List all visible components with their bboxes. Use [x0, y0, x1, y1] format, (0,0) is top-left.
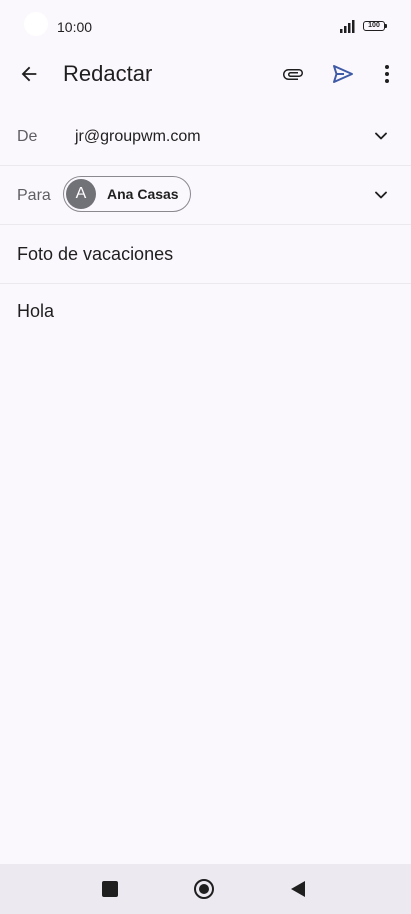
- recipient-chip[interactable]: A Ana Casas: [63, 176, 191, 212]
- send-icon: [333, 65, 353, 83]
- to-row[interactable]: Para A Ana Casas: [0, 166, 411, 225]
- camera-cutout: [24, 12, 48, 36]
- recents-button[interactable]: [102, 881, 118, 897]
- home-button[interactable]: [194, 879, 214, 899]
- app-bar: Redactar: [0, 52, 411, 96]
- more-options-button[interactable]: [371, 58, 403, 90]
- subject-row[interactable]: Foto de vacaciones: [0, 225, 411, 284]
- from-label: De: [17, 128, 38, 145]
- send-button[interactable]: [327, 58, 359, 90]
- subject-field[interactable]: Foto de vacaciones: [17, 244, 173, 265]
- navigation-bar: [0, 864, 411, 914]
- avatar: A: [66, 179, 96, 209]
- attach-button[interactable]: [277, 58, 309, 90]
- to-label: Para: [17, 187, 51, 204]
- body-field[interactable]: Hola: [17, 301, 54, 322]
- from-row[interactable]: De jr@groupwm.com: [0, 108, 411, 166]
- battery-icon: 100: [363, 21, 387, 31]
- nav-back-icon[interactable]: [290, 880, 306, 898]
- recipient-name: Ana Casas: [107, 186, 179, 202]
- more-vert-icon: [385, 65, 389, 83]
- arrow-back-icon: [21, 66, 37, 82]
- status-time: 10:00: [57, 19, 93, 35]
- signal-icon: [340, 20, 355, 33]
- status-bar: 10:00 100: [0, 0, 411, 52]
- page-title: Redactar: [63, 61, 153, 86]
- from-address[interactable]: jr@groupwm.com: [75, 128, 201, 146]
- chevron-down-icon[interactable]: [371, 185, 391, 205]
- chevron-down-icon[interactable]: [371, 126, 391, 146]
- paperclip-icon: [283, 69, 303, 80]
- back-button[interactable]: [13, 58, 45, 90]
